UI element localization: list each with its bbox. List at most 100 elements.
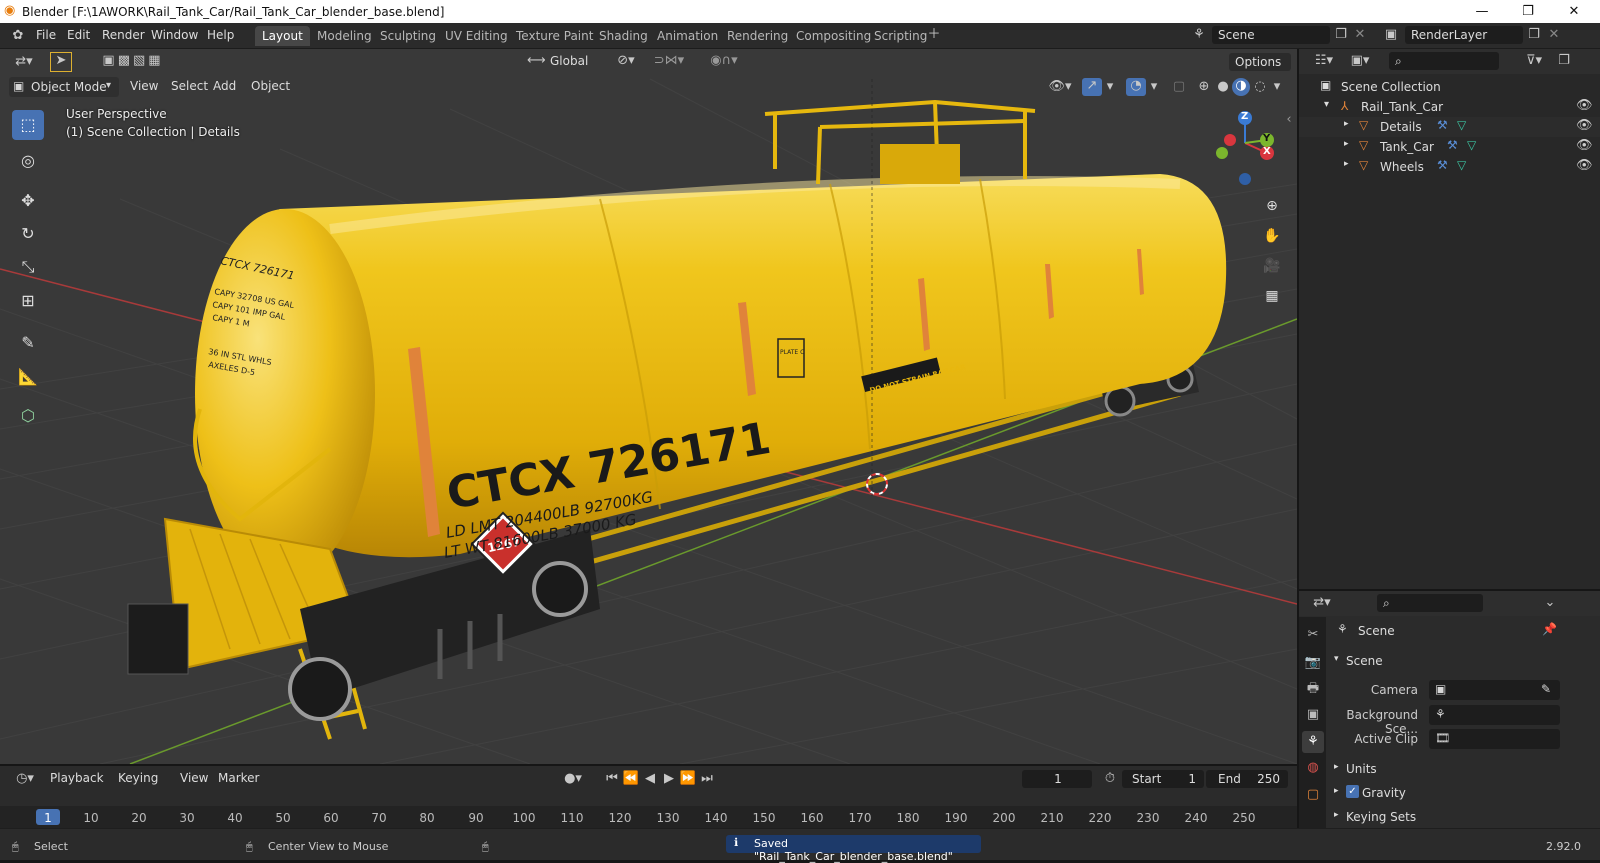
expand-arrow-icon[interactable]: ▾: [1324, 99, 1329, 110]
restore-icon[interactable]: ❐: [1505, 0, 1551, 23]
tool-tab-icon[interactable]: ✂: [1302, 624, 1324, 646]
eyedropper-icon[interactable]: ✎: [1541, 682, 1551, 696]
editor-type-icon[interactable]: ☷▾: [1309, 53, 1339, 69]
active-clip-field[interactable]: 🎞: [1429, 729, 1560, 749]
outliner-scene-collection[interactable]: ▣ Scene Collection: [1299, 77, 1600, 97]
timeline-menu-marker[interactable]: Marker: [218, 771, 259, 785]
wireframe-shading-icon[interactable]: ⊕: [1195, 79, 1213, 95]
modifier-wrench-icon[interactable]: ⚒: [1437, 118, 1448, 132]
play-reverse-icon[interactable]: ◀: [641, 771, 659, 787]
menu-render[interactable]: Render: [102, 28, 145, 42]
pivot-icon[interactable]: ⊘▾: [610, 53, 642, 69]
3d-viewport[interactable]: 1267 CTCX 726171 LD LMT 204400LB 92700KG…: [0, 49, 1297, 764]
menu-file[interactable]: File: [36, 28, 56, 42]
navigation-gizmo[interactable]: Z Y X: [1210, 108, 1285, 188]
expand-arrow-icon[interactable]: ▸: [1344, 139, 1349, 149]
view-layer-tab-icon[interactable]: ▣: [1302, 704, 1324, 726]
expand-arrow-icon[interactable]: ▸: [1334, 762, 1339, 772]
outliner-item-wheels[interactable]: ▸ ▽ Wheels ⚒ ▽: [1299, 157, 1600, 177]
tab-animation[interactable]: Animation: [650, 26, 725, 46]
tab-texture-paint[interactable]: Texture Paint: [509, 26, 600, 46]
mode-selector[interactable]: ▣ Object Mode ▾: [9, 77, 119, 97]
current-frame-field[interactable]: 1: [1022, 770, 1092, 788]
timeline-menu-keying[interactable]: Keying: [118, 771, 158, 785]
rotate-tool-icon[interactable]: ↻: [12, 219, 44, 249]
menu-help[interactable]: Help: [207, 28, 234, 42]
close-icon[interactable]: ✕: [1551, 0, 1597, 23]
tab-uv-editing[interactable]: UV Editing: [438, 26, 515, 46]
sidebar-toggle-icon[interactable]: ‹: [1283, 112, 1295, 128]
start-frame-field[interactable]: Start 1: [1122, 770, 1204, 788]
eye-icon[interactable]: 👁: [1576, 118, 1593, 133]
outliner-collection-rail-tank-car[interactable]: ▾ ⅄ Rail_Tank_Car: [1299, 97, 1600, 117]
orientation-dropdown[interactable]: Global: [544, 52, 602, 70]
jump-start-icon[interactable]: ⏮: [603, 771, 621, 787]
pin-icon[interactable]: 📌: [1542, 622, 1557, 636]
new-layer-icon[interactable]: ❐: [1526, 27, 1542, 43]
output-tab-icon[interactable]: 🖶: [1302, 678, 1324, 700]
outliner-search-input[interactable]: ⌕: [1389, 52, 1499, 70]
snap-icon[interactable]: ⊃⋈▾: [645, 53, 693, 69]
tool-settings-icon[interactable]: ⇄▾: [10, 54, 38, 70]
gizmo-chevron-icon[interactable]: ▾: [1104, 79, 1116, 95]
properties-search-input[interactable]: ⌕: [1377, 594, 1483, 612]
annotate-tool-icon[interactable]: ✎: [12, 328, 44, 358]
new-collection-icon[interactable]: ❐: [1554, 53, 1574, 69]
play-icon[interactable]: ▶: [660, 771, 678, 787]
keying-sets-panel-title[interactable]: Keying Sets: [1346, 810, 1416, 824]
background-scene-field[interactable]: ⚘: [1429, 705, 1560, 725]
modifier-wrench-icon[interactable]: ⚒: [1447, 138, 1458, 152]
delete-scene-icon[interactable]: ✕: [1352, 27, 1368, 43]
solid-shading-icon[interactable]: ●: [1214, 79, 1232, 95]
expand-arrow-icon[interactable]: ▸: [1334, 810, 1339, 820]
jump-end-icon[interactable]: ⏭: [698, 771, 716, 787]
shading-chevron-icon[interactable]: ▾: [1271, 79, 1283, 95]
report-message[interactable]: ℹ Saved "Rail_Tank_Car_blender_base.blen…: [726, 835, 981, 863]
stopwatch-icon[interactable]: ⏱: [1102, 771, 1118, 787]
delete-layer-icon[interactable]: ✕: [1546, 27, 1562, 43]
options-dropdown[interactable]: Options: [1229, 53, 1291, 71]
add-workspace-icon[interactable]: ＋: [926, 27, 942, 43]
gizmo-toggle-icon[interactable]: ↗: [1082, 78, 1102, 96]
pan-hand-icon[interactable]: ✋: [1259, 223, 1285, 249]
move-tool-icon[interactable]: ✥: [12, 186, 44, 216]
camera-view-icon[interactable]: 🎥: [1259, 253, 1285, 279]
tab-modeling[interactable]: Modeling: [310, 26, 379, 46]
expand-arrow-icon[interactable]: ▸: [1334, 786, 1339, 796]
eye-icon[interactable]: 👁: [1576, 138, 1593, 153]
selection-mode-icons[interactable]: ▣▩▧▦: [87, 53, 179, 69]
timeline-menu-playback[interactable]: Playback: [50, 771, 104, 785]
overlay-chevron-icon[interactable]: ▾: [1148, 79, 1160, 95]
rendered-shading-icon[interactable]: ◌: [1251, 79, 1269, 95]
expand-arrow-icon[interactable]: ▸: [1344, 119, 1349, 129]
timeline-menu-view[interactable]: View: [180, 771, 208, 785]
render-tab-icon[interactable]: 📷: [1302, 652, 1324, 674]
mesh-data-icon[interactable]: ▽: [1457, 158, 1466, 172]
menu-edit[interactable]: Edit: [67, 28, 90, 42]
tab-compositing[interactable]: Compositing: [789, 26, 878, 46]
renderlayer-field[interactable]: RenderLayer: [1405, 26, 1523, 44]
display-mode-icon[interactable]: ▣▾: [1345, 53, 1375, 69]
measure-tool-icon[interactable]: 📐: [12, 362, 44, 392]
mesh-data-icon[interactable]: ▽: [1467, 138, 1476, 152]
tab-sculpting[interactable]: Sculpting: [373, 26, 443, 46]
add-cube-tool-icon[interactable]: ⬡: [12, 401, 44, 431]
zoom-icon[interactable]: ⊕: [1259, 193, 1285, 219]
xray-icon[interactable]: ▢: [1170, 79, 1188, 95]
modifier-wrench-icon[interactable]: ⚒: [1437, 158, 1448, 172]
minimize-icon[interactable]: —: [1459, 0, 1505, 23]
viewport-menu-select[interactable]: Select: [171, 79, 208, 93]
transform-tool-icon[interactable]: ⊞: [12, 286, 44, 316]
select-box-icon[interactable]: ➤: [50, 52, 72, 72]
viewport-menu-view[interactable]: View: [130, 79, 158, 93]
world-tab-icon[interactable]: ◍: [1302, 757, 1324, 779]
view-layer-icon[interactable]: ▣: [1380, 27, 1402, 43]
tab-shading[interactable]: Shading: [592, 26, 655, 46]
mesh-data-icon[interactable]: ▽: [1457, 118, 1466, 132]
editor-type-icon[interactable]: ⇄▾: [1307, 595, 1337, 611]
units-panel-title[interactable]: Units: [1346, 762, 1377, 776]
outliner-item-details[interactable]: ▸ ▽ Details ⚒ ▽: [1299, 117, 1600, 137]
eye-icon[interactable]: 👁: [1576, 158, 1593, 173]
visibility-icon[interactable]: 👁▾: [1046, 79, 1074, 95]
proportional-edit-icon[interactable]: ◉∩▾: [700, 53, 748, 69]
